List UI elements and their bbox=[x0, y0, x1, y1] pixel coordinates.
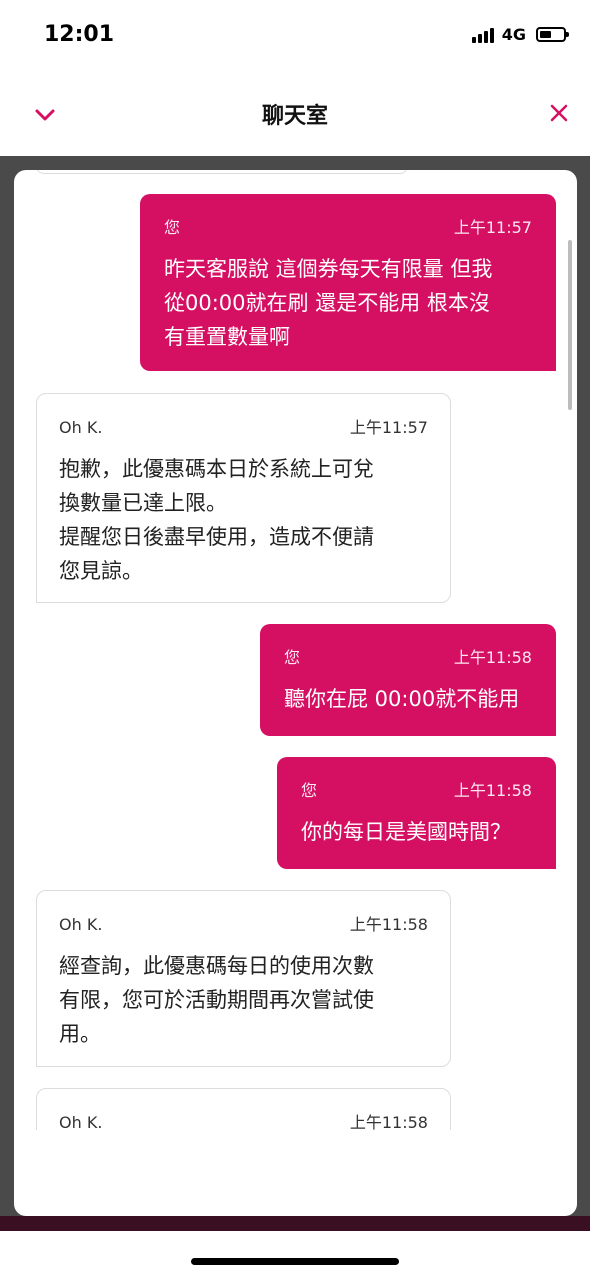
chat-header: 聊天室 bbox=[0, 70, 590, 156]
message-time: 上午11:58 bbox=[349, 1113, 428, 1130]
message-sender: 您 bbox=[284, 648, 301, 667]
chat-sheet: 您 上午11:57 昨天客服說 這個券每天有限量 但我 從00:00就在刷 還是… bbox=[14, 170, 577, 1216]
status-indicators: 4G bbox=[471, 25, 569, 44]
home-indicator[interactable] bbox=[191, 1258, 399, 1265]
message-time: 上午11:58 bbox=[453, 781, 532, 800]
backdrop-bottom-strip bbox=[0, 1216, 590, 1231]
close-button[interactable] bbox=[544, 98, 574, 128]
message-text: 你的每日是美國時間？ bbox=[301, 820, 511, 844]
scrollbar[interactable] bbox=[568, 240, 572, 410]
home-indicator-area bbox=[0, 1231, 590, 1280]
status-bar: 12:01 4G bbox=[0, 0, 590, 70]
network-type: 4G bbox=[501, 25, 526, 44]
message-meta: Oh K. 上午11:57 bbox=[59, 418, 428, 438]
message-text: 抱歉，此優惠碼本日於系統上可兌 換數量已達上限。 提醒您日後盡早使用，造成不便請… bbox=[59, 457, 374, 583]
message-bubble-agent: Oh K. 上午11:58 bbox=[36, 1088, 451, 1130]
message-sender: 您 bbox=[164, 218, 181, 237]
signal-icon bbox=[471, 27, 494, 43]
page-title: 聊天室 bbox=[261, 104, 328, 129]
message-bubble-user: 您 上午11:58 聽你在屁 00:00就不能用 bbox=[260, 624, 556, 736]
message-sender: Oh K. bbox=[59, 418, 103, 437]
message-time: 上午11:58 bbox=[453, 648, 532, 667]
message-meta: 您 上午11:58 bbox=[301, 781, 532, 801]
message-bubble-user: 您 上午11:57 昨天客服說 這個券每天有限量 但我 從00:00就在刷 還是… bbox=[140, 194, 556, 371]
message-meta: Oh K. 上午11:58 bbox=[59, 1113, 428, 1130]
message-sender: Oh K. bbox=[59, 915, 103, 934]
battery-icon bbox=[536, 27, 569, 42]
message-meta: Oh K. 上午11:58 bbox=[59, 915, 428, 935]
message-meta: 您 上午11:58 bbox=[284, 648, 532, 668]
message-bubble-user: 您 上午11:58 你的每日是美國時間？ bbox=[277, 757, 556, 869]
message-sender: Oh K. bbox=[59, 1113, 103, 1130]
close-icon bbox=[550, 104, 568, 122]
message-time: 上午11:58 bbox=[349, 915, 428, 934]
message-text: 昨天客服說 這個券每天有限量 但我 從00:00就在刷 還是不能用 根本沒 有重… bbox=[164, 257, 493, 349]
message-bubble-agent: Oh K. 上午11:57 抱歉，此優惠碼本日於系統上可兌 換數量已達上限。 提… bbox=[36, 393, 451, 603]
previous-message-edge bbox=[36, 170, 408, 174]
chat-message-list[interactable]: 您 上午11:57 昨天客服說 這個券每天有限量 但我 從00:00就在刷 還是… bbox=[14, 170, 577, 1130]
message-time: 上午11:57 bbox=[349, 418, 428, 437]
message-sender: 您 bbox=[301, 781, 318, 800]
status-time: 12:01 bbox=[44, 22, 115, 47]
message-text: 經查詢，此優惠碼每日的使用次數 有限，您可於活動期間再次嘗試使 用。 bbox=[59, 954, 374, 1046]
message-text: 聽你在屁 00:00就不能用 bbox=[284, 687, 520, 711]
message-meta: 您 上午11:57 bbox=[164, 218, 532, 238]
message-bubble-agent: Oh K. 上午11:58 經查詢，此優惠碼每日的使用次數 有限，您可於活動期間… bbox=[36, 890, 451, 1067]
message-time: 上午11:57 bbox=[453, 218, 532, 237]
